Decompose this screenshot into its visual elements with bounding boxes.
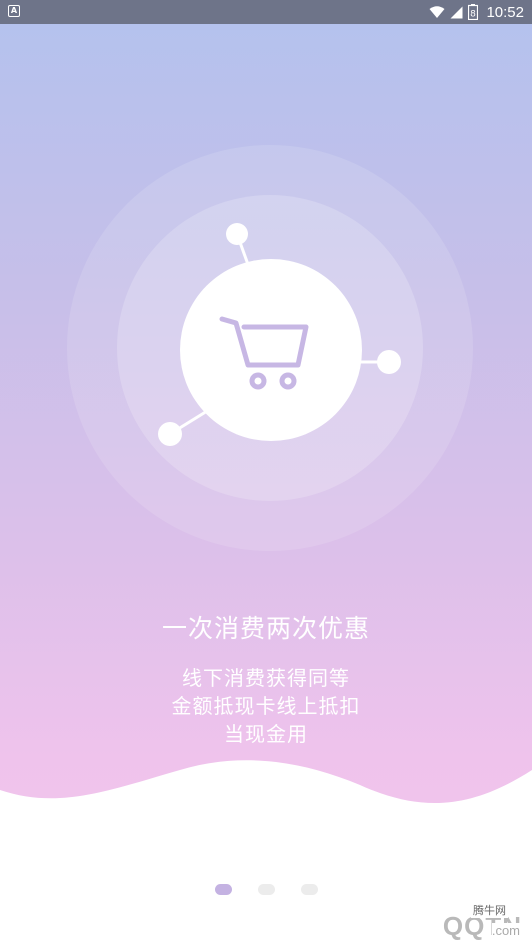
description-line: 金额抵现卡线上抵扣 — [171, 694, 361, 718]
node-dot-bottom-left — [158, 422, 182, 446]
node-dot-right — [377, 350, 401, 374]
node-dot-top — [226, 223, 248, 245]
onboarding-description: 线下消费获得同等 金额抵现卡线上抵扣 当现金用 — [0, 664, 532, 748]
page-dot-active[interactable] — [215, 884, 232, 895]
watermark-tag: 腾牛网 — [471, 902, 508, 918]
description-line: 线下消费获得同等 — [182, 666, 350, 690]
page-dot[interactable] — [301, 884, 318, 895]
page-dot[interactable] — [258, 884, 275, 895]
watermark: QQTN 腾牛网 .com — [316, 900, 526, 944]
shopping-cart-icon — [219, 316, 309, 390]
onboarding-title: 一次消费两次优惠 — [161, 614, 370, 643]
page-indicator — [0, 884, 532, 896]
watermark-suffix: .com — [491, 923, 520, 938]
